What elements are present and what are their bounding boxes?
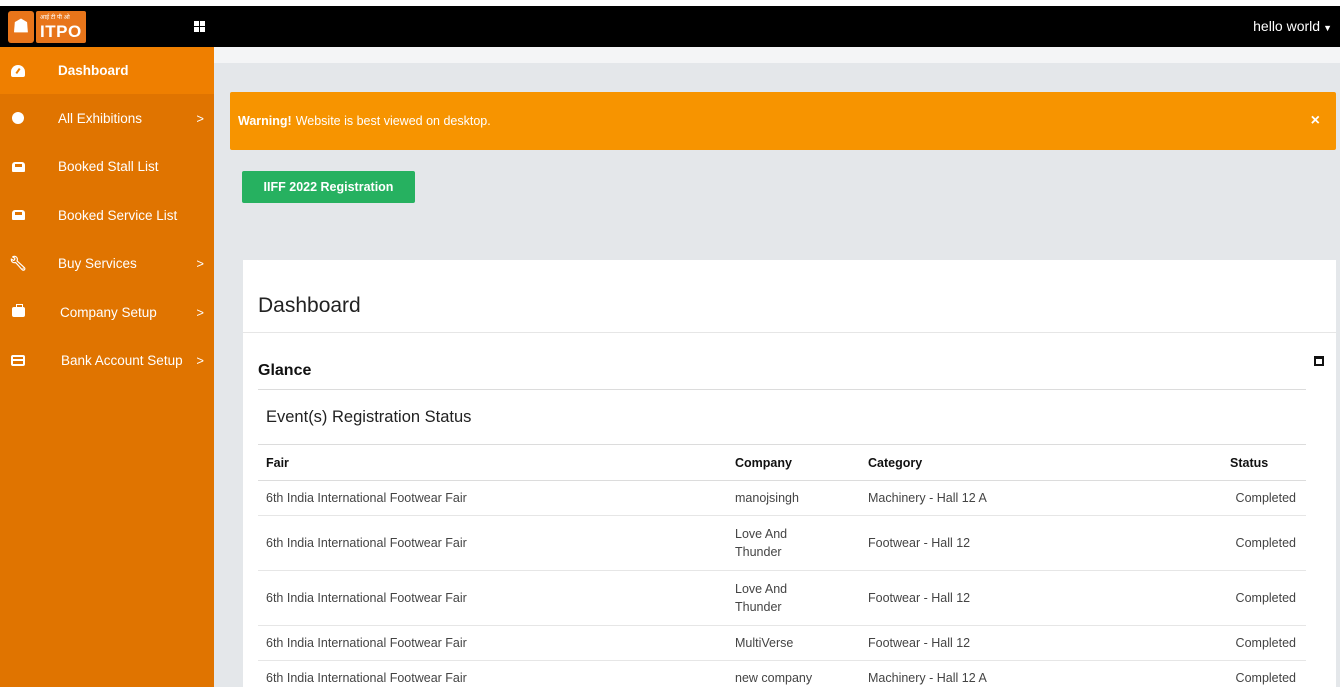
sidebar-item-booked-service-list[interactable]: Booked Service List <box>0 191 214 240</box>
table-row: 6th India International Footwear Fair ma… <box>258 480 1306 516</box>
sidebar-item-label: Booked Stall List <box>58 159 159 175</box>
iiff-registration-button[interactable]: IIFF 2022 Registration <box>242 171 415 203</box>
cell-status: Completed <box>1216 570 1306 626</box>
column-header-fair: Fair <box>258 444 735 481</box>
sidebar-item-buy-services[interactable]: 🔧︎ Buy Services > <box>0 240 214 289</box>
itpo-emblem-icon: ☗ <box>8 10 34 43</box>
sidebar: Dashboard All Exhibitions > Booked Stall… <box>0 47 214 687</box>
table-row: 6th India International Footwear Fair Mu… <box>258 625 1306 661</box>
chevron-right-icon: > <box>196 110 204 126</box>
sidebar-item-label: Bank Account Setup <box>61 353 183 369</box>
caret-down-icon: ▼ <box>1323 23 1332 33</box>
credit-card-icon <box>10 353 26 369</box>
sidebar-item-booked-stall-list[interactable]: Booked Stall List <box>0 143 214 192</box>
sidebar-item-bank-account-setup[interactable]: Bank Account Setup > <box>0 337 214 386</box>
sidebar-item-label: All Exhibitions <box>58 110 143 126</box>
inbox-icon <box>10 207 26 223</box>
cell-status: Completed <box>1216 660 1306 687</box>
sidebar-item-all-exhibitions[interactable]: All Exhibitions > <box>0 94 214 143</box>
warning-label: Warning! <box>238 114 292 128</box>
cell-category: Footwear - Hall 12 <box>868 515 1216 571</box>
sidebar-item-company-setup[interactable]: Company Setup > <box>0 288 214 337</box>
logo-badge: आई टी पी ओ ITPO <box>36 10 86 43</box>
globe-icon <box>10 110 26 126</box>
table-row: 6th India International Footwear Fair Lo… <box>258 570 1306 626</box>
user-menu[interactable]: hello world ▼ <box>1253 18 1332 34</box>
sidebar-toggle-grid-icon[interactable] <box>194 21 205 32</box>
cell-fair: 6th India International Footwear Fair <box>258 660 735 687</box>
cell-category: Footwear - Hall 12 <box>868 625 1216 661</box>
logo-text: ITPO <box>40 21 82 41</box>
cell-status: Completed <box>1216 480 1306 516</box>
main-content: Warning! Website is best viewed on deskt… <box>214 47 1340 687</box>
page-title: Dashboard <box>258 294 361 317</box>
sidebar-item-dashboard[interactable]: Dashboard <box>0 47 214 94</box>
chevron-right-icon: > <box>196 304 204 320</box>
wrench-icon: 🔧︎ <box>9 255 27 272</box>
divider <box>258 389 1306 390</box>
sidebar-item-label: Booked Service List <box>58 207 178 223</box>
registration-status-heading: Event(s) Registration Status <box>266 408 472 426</box>
cell-company: Love And Thunder <box>735 515 868 571</box>
cell-company: Love And Thunder <box>735 570 868 626</box>
top-navbar: ☗ आई टी पी ओ ITPO hello world ▼ <box>0 6 1340 47</box>
sidebar-item-label: Dashboard <box>58 63 129 78</box>
cell-fair: 6th India International Footwear Fair <box>258 570 735 626</box>
briefcase-icon <box>10 304 26 320</box>
cell-category: Machinery - Hall 12 A <box>868 660 1216 687</box>
inbox-icon <box>10 159 26 175</box>
column-header-status: Status <box>1216 444 1306 481</box>
cell-fair: 6th India International Footwear Fair <box>258 480 735 516</box>
cell-company: manojsingh <box>735 480 868 516</box>
dashboard-panel: Dashboard Glance Event(s) Registration S… <box>243 260 1336 687</box>
cell-fair: 6th India International Footwear Fair <box>258 515 735 571</box>
logo-hindi-text: आई टी पी ओ <box>40 14 70 21</box>
table-row: 6th India International Footwear Fair ne… <box>258 660 1306 687</box>
cell-fair: 6th India International Footwear Fair <box>258 625 735 661</box>
minimize-icon[interactable] <box>1314 356 1324 366</box>
cell-company: new company <box>735 660 868 687</box>
dashboard-icon <box>10 63 26 79</box>
column-header-company: Company <box>735 444 868 481</box>
itpo-logo[interactable]: ☗ आई टी पी ओ ITPO <box>0 6 130 47</box>
registration-status-table: Fair Company Category Status 6th India I… <box>258 444 1306 687</box>
cell-status: Completed <box>1216 625 1306 661</box>
sidebar-item-label: Buy Services <box>58 256 137 272</box>
warning-alert: Warning! Website is best viewed on deskt… <box>230 92 1336 150</box>
chevron-right-icon: > <box>196 353 204 369</box>
chevron-right-icon: > <box>196 256 204 272</box>
glance-heading: Glance <box>258 362 312 379</box>
cell-status: Completed <box>1216 515 1306 571</box>
close-icon[interactable]: × <box>1311 112 1320 130</box>
cell-company: MultiVerse <box>735 625 868 661</box>
divider <box>243 332 1336 333</box>
warning-message: Website is best viewed on desktop. <box>295 114 491 128</box>
content-top-bar <box>214 47 1340 63</box>
column-header-category: Category <box>868 444 1216 481</box>
table-row: 6th India International Footwear Fair Lo… <box>258 515 1306 571</box>
user-name: hello world <box>1253 18 1321 34</box>
table-header-row: Fair Company Category Status <box>258 444 1306 481</box>
cell-category: Machinery - Hall 12 A <box>868 480 1216 516</box>
cell-category: Footwear - Hall 12 <box>868 570 1216 626</box>
sidebar-item-label: Company Setup <box>60 304 157 320</box>
